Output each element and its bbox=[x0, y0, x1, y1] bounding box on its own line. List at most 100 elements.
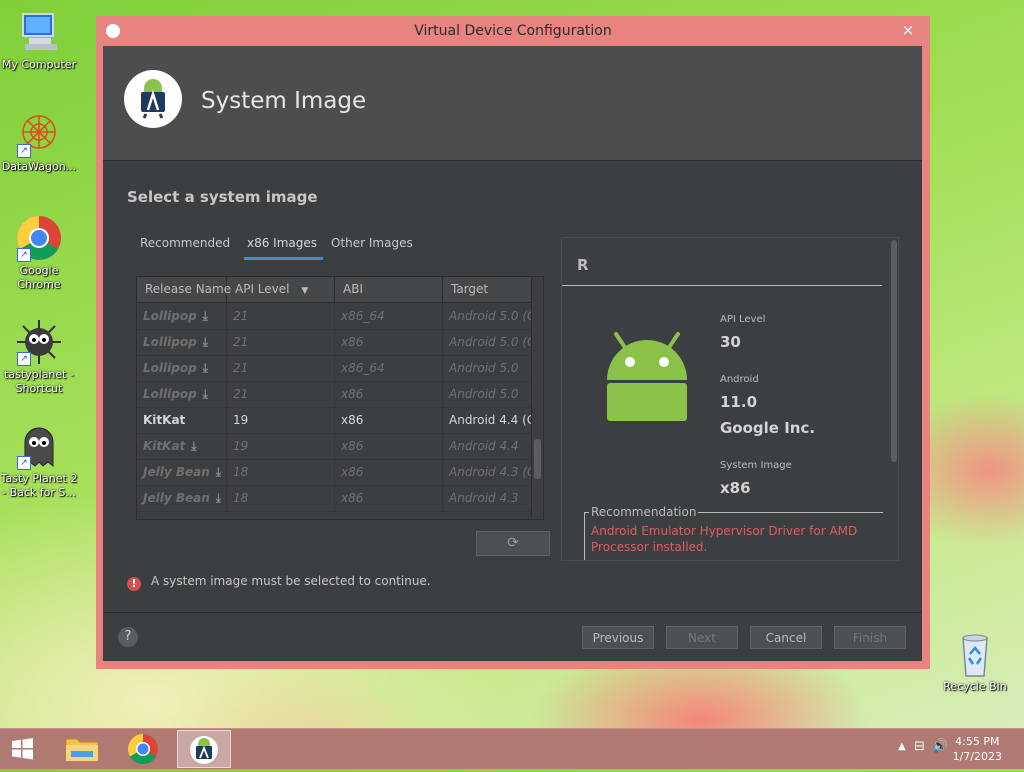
table-body: Lollipop ⤓ 21 x86_64 Android 5.0 (Go Loll… bbox=[137, 303, 531, 517]
release-name: Jelly Bean bbox=[143, 465, 210, 479]
desktop-icon-label: My Computer bbox=[1, 58, 77, 71]
shortcut-arrow-icon: ↗ bbox=[17, 248, 31, 262]
desktop-icon-my-computer[interactable]: My Computer bbox=[0, 8, 78, 72]
cell-abi: x86 bbox=[335, 433, 443, 459]
cell-release-name: KitKat bbox=[137, 407, 227, 433]
taskbar-chrome[interactable] bbox=[116, 730, 170, 768]
file-explorer-icon bbox=[65, 738, 99, 762]
tab-x86-images[interactable]: x86 Images bbox=[244, 236, 324, 260]
table-row[interactable]: Lollipop ⤓ 21 x86 Android 5.0 bbox=[137, 381, 531, 408]
chrome-icon: ↗ bbox=[15, 214, 63, 262]
desktop-icon-tasty-planet-2[interactable]: ↗ Tasty Planet 2 - Back for S... bbox=[0, 422, 78, 500]
download-icon[interactable]: ⤓ bbox=[203, 381, 208, 407]
header-banner: System Image bbox=[103, 46, 922, 161]
download-icon[interactable]: ⤓ bbox=[203, 303, 208, 329]
cell-abi: x86_64 bbox=[335, 303, 443, 329]
table-row[interactable]: KitKat 19 x86 Android 4.4 (Go bbox=[137, 407, 531, 434]
datawagon-icon: ↗ bbox=[15, 110, 63, 158]
cell-target: Android 5.0 (Go bbox=[449, 309, 531, 323]
finish-button[interactable]: Finish bbox=[834, 626, 906, 649]
cell-target: Android 5.0 bbox=[449, 361, 519, 375]
cell-api-level: 18 bbox=[227, 485, 335, 511]
table-row[interactable]: KitKat ⤓ 19 x86 Android 4.4 bbox=[137, 433, 531, 460]
next-button[interactable]: Next bbox=[666, 626, 738, 649]
taskbar: ▲ ⊟ 🔊 4:55 PM 1/7/2023 bbox=[0, 728, 1024, 769]
tab-recommended[interactable]: Recommended bbox=[140, 236, 230, 257]
cancel-button[interactable]: Cancel bbox=[750, 626, 822, 649]
cell-release-name: Jelly Bean ⤓ bbox=[137, 459, 227, 485]
table-row[interactable]: Jelly Bean ⤓ 18 x86 Android 4.3 bbox=[137, 485, 531, 512]
error-message: A system image must be selected to conti… bbox=[151, 574, 431, 588]
api-level-value: 30 bbox=[720, 333, 741, 351]
cell-target: Android 5.0 (Go bbox=[449, 335, 531, 349]
window-titlebar[interactable]: Virtual Device Configuration × bbox=[96, 16, 930, 46]
android-version-value: 11.0 bbox=[720, 393, 758, 411]
scrollbar-thumb[interactable] bbox=[534, 439, 541, 479]
cell-abi: x86 bbox=[335, 329, 443, 355]
taskbar-android-studio[interactable] bbox=[177, 730, 231, 768]
clock-time: 4:55 PM bbox=[955, 735, 1000, 748]
desktop-icon-label: Google Chrome bbox=[17, 264, 61, 291]
banner-title: System Image bbox=[201, 88, 367, 114]
tab-other-images[interactable]: Other Images bbox=[331, 236, 413, 257]
start-button[interactable] bbox=[0, 729, 46, 769]
cell-release-name: Lollipop ⤓ bbox=[137, 303, 227, 329]
release-name: Lollipop bbox=[143, 309, 197, 323]
column-header-api-level[interactable]: API Level ▼ bbox=[227, 277, 335, 302]
details-scrollbar[interactable] bbox=[890, 238, 898, 560]
sort-descending-icon: ▼ bbox=[301, 286, 309, 296]
show-hidden-icons-icon[interactable]: ▲ bbox=[898, 741, 906, 752]
scrollbar-thumb[interactable] bbox=[891, 240, 897, 462]
cell-api-level: 19 bbox=[227, 433, 335, 459]
desktop-icon-label: Recycle Bin bbox=[943, 680, 1007, 693]
download-icon[interactable]: ⤓ bbox=[203, 355, 208, 381]
release-letter: R bbox=[577, 256, 589, 274]
windows-logo-icon bbox=[12, 738, 33, 760]
download-icon[interactable]: ⤓ bbox=[191, 433, 196, 459]
recycle-bin-icon bbox=[951, 630, 999, 678]
network-icon[interactable]: ⊟ bbox=[914, 739, 925, 754]
table-row[interactable]: Lollipop ⤓ 21 x86_64 Android 5.0 bbox=[137, 355, 531, 382]
column-header-release-name[interactable]: Release Name bbox=[137, 277, 231, 302]
column-header-abi[interactable]: ABI bbox=[335, 277, 443, 302]
help-button[interactable]: ? bbox=[118, 627, 138, 647]
system-image-table: Release Name API Level ▼ ABI Target Loll… bbox=[136, 276, 544, 520]
cell-abi: x86 bbox=[335, 381, 443, 407]
cell-api-level: 21 bbox=[227, 303, 335, 329]
desktop-icon-label: Tasty Planet 2 - Back for S... bbox=[0, 472, 78, 499]
cell-abi: x86_64 bbox=[335, 355, 443, 381]
download-icon[interactable]: ⤓ bbox=[216, 459, 221, 485]
table-row[interactable]: Jelly Bean ⤓ 18 x86 Android 4.3 (Go bbox=[137, 459, 531, 486]
clock[interactable]: 4:55 PM 1/7/2023 bbox=[953, 734, 1002, 764]
column-header-target[interactable]: Target bbox=[443, 277, 533, 302]
divider bbox=[562, 285, 882, 286]
desktop-icon-tastyplanet[interactable]: ↗ tastyplanet - Shortcut bbox=[0, 318, 78, 396]
desktop-icon-datawagon[interactable]: ↗ DataWagon... bbox=[0, 110, 78, 174]
android-robot-icon bbox=[602, 328, 692, 428]
window-title: Virtual Device Configuration bbox=[414, 23, 612, 39]
release-name: Lollipop bbox=[143, 361, 197, 375]
download-icon[interactable]: ⤓ bbox=[203, 329, 208, 355]
download-icon[interactable]: ⤓ bbox=[216, 485, 221, 511]
desktop-icon-google-chrome[interactable]: ↗ Google Chrome bbox=[0, 214, 78, 292]
refresh-button[interactable]: ⟳ bbox=[476, 531, 550, 556]
table-row[interactable]: Lollipop ⤓ 21 x86_64 Android 5.0 (Go bbox=[137, 303, 531, 330]
taskbar-file-explorer[interactable] bbox=[55, 730, 109, 768]
cell-target: Android 5.0 bbox=[449, 387, 519, 401]
table-scrollbar[interactable] bbox=[531, 277, 543, 517]
desktop-icon-label: DataWagon... bbox=[1, 160, 77, 173]
desktop-icon-recycle-bin[interactable]: Recycle Bin bbox=[936, 630, 1014, 694]
cell-target: Android 4.3 (Go bbox=[449, 465, 531, 479]
previous-button[interactable]: Previous bbox=[582, 626, 654, 649]
volume-icon[interactable]: 🔊 bbox=[932, 739, 948, 754]
cell-api-level: 18 bbox=[227, 459, 335, 485]
clock-date: 1/7/2023 bbox=[952, 750, 1002, 763]
cell-target: Android 4.3 bbox=[449, 491, 519, 505]
cell-abi: x86 bbox=[335, 459, 443, 485]
system-image-details-panel: R API Level 30 Android 11.0 Google Inc. … bbox=[561, 237, 899, 561]
column-header-label: API Level bbox=[235, 282, 290, 296]
table-row[interactable]: Lollipop ⤓ 21 x86 Android 5.0 (Go bbox=[137, 329, 531, 356]
virtual-device-configuration-window: Virtual Device Configuration × System Im… bbox=[96, 16, 930, 669]
desktop-icon-label: tastyplanet - Shortcut bbox=[4, 368, 74, 395]
close-button[interactable]: × bbox=[894, 19, 922, 41]
